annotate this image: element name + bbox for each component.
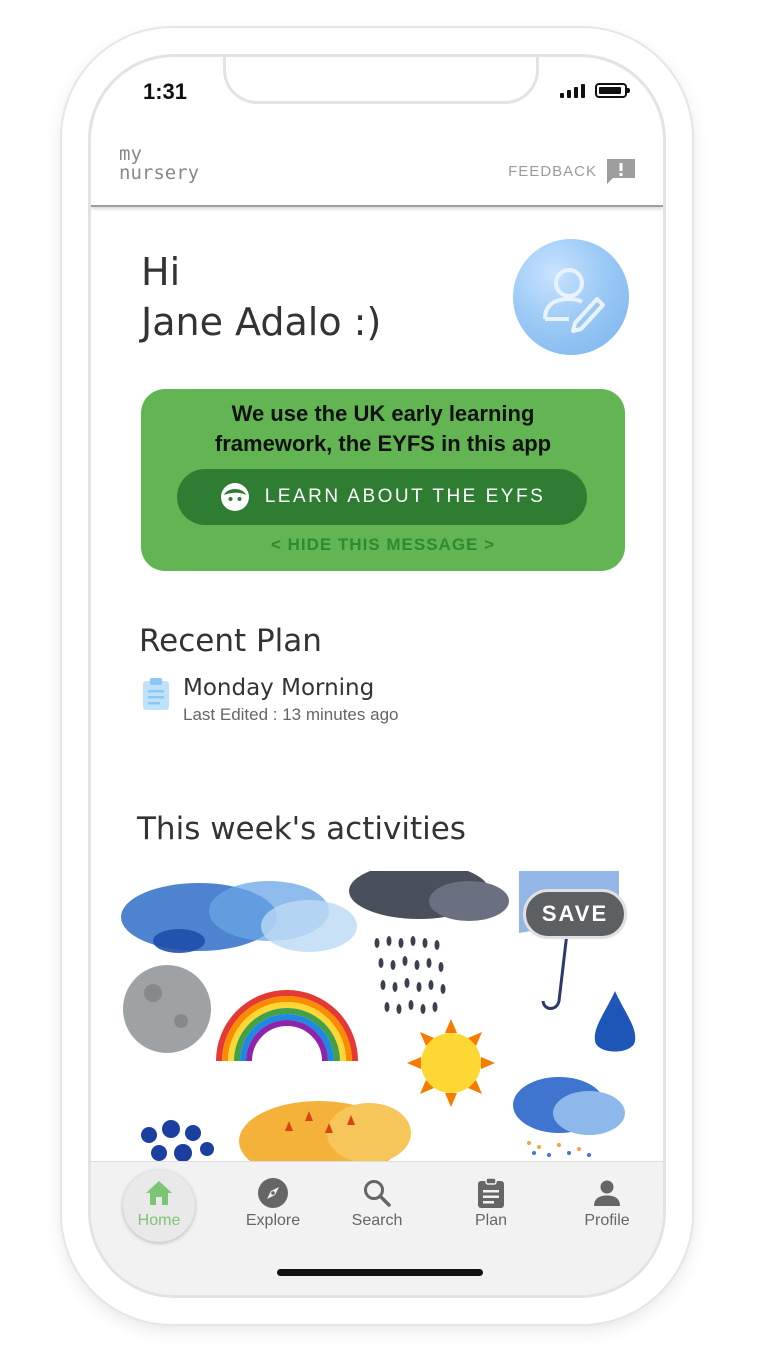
nav-profile-label: Profile xyxy=(584,1212,630,1229)
nav-explore-label: Explore xyxy=(245,1212,301,1229)
eyfs-message-line-2: framework, the EYFS in this app xyxy=(214,431,552,456)
logo-line-2: nursery xyxy=(119,162,200,184)
plan-last-edited: Last Edited : 13 minutes ago xyxy=(183,705,399,724)
learn-eyfs-button[interactable]: LEARN ABOUT THE EYFS xyxy=(177,469,587,525)
battery-icon xyxy=(595,83,630,98)
small-blue-cloud-illustration xyxy=(513,1077,625,1157)
water-drop-illustration xyxy=(594,991,636,1052)
rain-drops-illustration xyxy=(374,936,446,1014)
eyfs-message-line-1: We use the UK early learning xyxy=(231,401,535,426)
app-logo[interactable]: my nursery xyxy=(119,145,199,183)
screen: 1:31 my nursery FEEDBACK Hi Jane Adalo:… xyxy=(0,0,758,1350)
nav-profile[interactable]: Profile xyxy=(557,1176,657,1230)
nav-home[interactable]: Home xyxy=(109,1176,209,1230)
storm-cloud-illustration xyxy=(349,871,509,921)
hide-message-link[interactable]: < HIDE THIS MESSAGE > xyxy=(141,535,625,555)
feedback-icon xyxy=(607,159,635,184)
nav-search-label: Search xyxy=(351,1212,403,1229)
orange-cloud-illustration xyxy=(239,1101,411,1163)
blue-cloud-illustration xyxy=(121,881,357,953)
bottom-nav: Home Explore Search Plan Profile xyxy=(91,1161,663,1295)
recent-plan-item[interactable]: Monday Morning Last Edited : 13 minutes … xyxy=(141,675,398,725)
compass-icon xyxy=(258,1178,288,1208)
child-face-icon xyxy=(220,483,249,511)
phone-notch xyxy=(223,57,539,104)
home-indicator[interactable] xyxy=(277,1269,483,1276)
phone-screen: 1:31 my nursery FEEDBACK Hi Jane Adalo:… xyxy=(88,54,666,1298)
avatar[interactable] xyxy=(513,239,629,355)
learn-eyfs-label: LEARN ABOUT THE EYFS xyxy=(264,486,546,507)
nav-home-label: Home xyxy=(137,1212,181,1229)
eyfs-banner: We use the UK early learning framework, … xyxy=(141,389,625,571)
feedback-button[interactable]: FEEDBACK xyxy=(508,157,637,185)
status-time: 1:31 xyxy=(143,79,188,104)
rainbow-illustration xyxy=(216,990,358,1062)
plan-name: Monday Morning xyxy=(183,675,375,701)
app-bar: my nursery FEEDBACK xyxy=(91,135,663,207)
clipboard-icon xyxy=(478,1177,504,1208)
save-button[interactable]: SAVE xyxy=(523,889,627,939)
edit-profile-icon xyxy=(543,268,605,333)
blue-dots-illustration xyxy=(141,1120,214,1162)
eyfs-message: We use the UK early learning framework, … xyxy=(141,399,625,459)
activities-title: This week's activities xyxy=(137,811,466,847)
search-icon xyxy=(364,1180,391,1207)
signal-icon xyxy=(560,83,585,98)
nav-plan[interactable]: Plan xyxy=(441,1176,541,1230)
greeting-name: Jane Adalo :) xyxy=(141,300,382,344)
greeting-hi: Hi xyxy=(141,250,181,294)
nav-search[interactable]: Search xyxy=(327,1176,427,1230)
clipboard-icon xyxy=(143,678,169,710)
feedback-label: FEEDBACK xyxy=(508,162,597,180)
person-icon xyxy=(594,1180,620,1206)
recent-plan-title: Recent Plan xyxy=(139,623,322,659)
moon-illustration xyxy=(123,965,211,1053)
home-icon xyxy=(146,1181,172,1205)
nav-explore[interactable]: Explore xyxy=(223,1176,323,1230)
greeting: Hi Jane Adalo :) xyxy=(141,247,381,347)
nav-plan-label: Plan xyxy=(474,1212,508,1229)
sun-illustration xyxy=(407,1019,495,1107)
status-icons xyxy=(560,83,630,98)
